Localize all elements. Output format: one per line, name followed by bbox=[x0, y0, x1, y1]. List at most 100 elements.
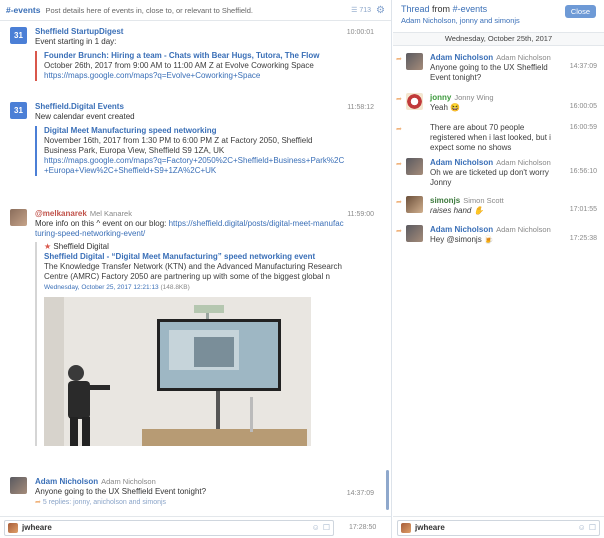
avatar[interactable] bbox=[406, 53, 423, 70]
user-avatar bbox=[8, 522, 18, 533]
message-author[interactable]: Adam Nicholson bbox=[35, 477, 98, 486]
preview-title[interactable]: Sheffield Digital - “Digital Meet Manufa… bbox=[44, 252, 345, 262]
event-details: November 16th, 2017 from 1:30 PM to 6:00… bbox=[44, 136, 313, 155]
preview-date[interactable]: Wednesday, October 25, 2017 12:21:13 bbox=[44, 284, 159, 291]
message-input-bar: jwheare ☺ ☐ 17:28:50 bbox=[0, 516, 391, 538]
event-attachment: Founder Brunch: Hiring a team - Chats wi… bbox=[35, 51, 345, 81]
message-author[interactable]: Adam Nicholson bbox=[430, 53, 493, 62]
channel-name[interactable]: #-events bbox=[6, 5, 41, 15]
thread-message: ➦ 16:56:10 Adam Nicholson Adam Nicholson … bbox=[393, 158, 604, 188]
event-map-link[interactable]: https://maps.google.com/maps?q=Factory+2… bbox=[44, 156, 345, 176]
emoji-icon[interactable]: ☺ bbox=[312, 523, 320, 532]
message-username: Mel Kanarek bbox=[89, 209, 132, 218]
attach-icon[interactable]: ☐ bbox=[323, 523, 330, 532]
channel-header: #-events Post details here of events in,… bbox=[0, 0, 391, 21]
thread-message: ➦ 16:00:59 There are about 70 people reg… bbox=[393, 123, 604, 153]
message-username: Adam Nicholson bbox=[496, 225, 551, 234]
avatar[interactable] bbox=[406, 196, 423, 213]
input-username: jwheare bbox=[22, 523, 52, 532]
gear-icon[interactable]: ⚙ bbox=[376, 5, 385, 16]
message-time: 11:58:12 bbox=[347, 104, 374, 111]
message-author[interactable]: Sheffield StartupDigest bbox=[35, 27, 345, 37]
thread-message: ➦ 16:00:05 jonny Jonny Wing Yeah 😆 bbox=[393, 93, 604, 113]
message-list[interactable]: 31 10:00:01 Sheffield StartupDigest Even… bbox=[0, 22, 391, 516]
message-author[interactable]: Adam Nicholson bbox=[430, 225, 493, 234]
input-time: 17:28:50 bbox=[349, 524, 377, 531]
message-text: Oh we are ticketed up don't worry Jonny bbox=[430, 168, 549, 187]
thread-header: Thread from #-events Adam Nicholson, jon… bbox=[393, 0, 604, 26]
link-preview: ★ Sheffield Digital Sheffield Digital - … bbox=[35, 242, 345, 446]
user-avatar bbox=[401, 522, 411, 533]
thread-replies[interactable]: ➦ 5 replies: jonny, anicholson and simon… bbox=[35, 498, 345, 508]
message-time: 17:01:55 bbox=[569, 206, 597, 213]
calendar-icon: 31 bbox=[10, 102, 27, 119]
event-title[interactable]: Founder Brunch: Hiring a team - Chats wi… bbox=[44, 51, 345, 61]
avatar[interactable] bbox=[10, 209, 27, 226]
message-text: raises hand ✋ bbox=[430, 206, 484, 215]
thread-input-bar: jwheare ☺ ☐ bbox=[393, 516, 604, 538]
message-text: Hey @simonjs 🍺 bbox=[430, 235, 494, 244]
reply-icon: ➦ bbox=[396, 161, 402, 168]
reply-icon: ➦ bbox=[396, 199, 402, 206]
scrollbar[interactable] bbox=[386, 470, 389, 510]
message-text: Anyone going to the UX Sheffield Event t… bbox=[430, 63, 548, 82]
message-input[interactable]: jwheare ☺ ☐ bbox=[4, 519, 334, 536]
date-divider: Wednesday, October 25th, 2017 bbox=[393, 32, 604, 46]
message-username: Adam Nicholson bbox=[496, 158, 551, 167]
reply-icon: ➦ bbox=[396, 126, 402, 133]
channel-pane: #-events Post details here of events in,… bbox=[0, 0, 392, 538]
thread-pane: Thread from #-events Adam Nicholson, jon… bbox=[393, 0, 604, 538]
event-map-link[interactable]: https://maps.google.com/maps?q=Evolve+Co… bbox=[44, 71, 345, 81]
thread-channel[interactable]: #-events bbox=[453, 4, 488, 14]
message-author[interactable]: @melkanarek bbox=[35, 209, 87, 218]
calendar-icon: 31 bbox=[10, 27, 27, 44]
message-time: 17:25:38 bbox=[569, 235, 597, 242]
message-item: 11:59:00 @melkanarek Mel Kanarek More inf… bbox=[0, 209, 391, 446]
close-button[interactable]: Close bbox=[564, 5, 596, 18]
attach-icon[interactable]: ☐ bbox=[589, 523, 596, 532]
message-username: Simon Scott bbox=[463, 196, 504, 205]
message-username: Adam Nicholson bbox=[496, 53, 551, 62]
replies-text: 5 replies: jonny, anicholson and simonjs bbox=[42, 499, 167, 506]
avatar[interactable] bbox=[406, 158, 423, 175]
thread-input[interactable]: jwheare ☺ ☐ bbox=[397, 519, 600, 536]
message-text: Event starting in 1 day: bbox=[35, 37, 117, 46]
message-text: There are about 70 people registered whe… bbox=[430, 123, 551, 152]
thread-participants: Adam Nicholson, jonny and simonjs bbox=[401, 16, 520, 25]
message-time: 16:00:59 bbox=[569, 124, 597, 131]
message-text: More info on this ^ event on our blog: bbox=[35, 219, 169, 228]
message-text: New calendar event created bbox=[35, 112, 135, 121]
emoji-icon[interactable]: ☺ bbox=[578, 523, 586, 532]
reply-icon: ➦ bbox=[35, 499, 41, 506]
message-author[interactable]: jonny bbox=[430, 93, 451, 102]
message-time: 16:56:10 bbox=[569, 168, 597, 175]
avatar[interactable] bbox=[406, 93, 423, 110]
preview-image[interactable] bbox=[44, 297, 311, 446]
message-time: 10:00:01 bbox=[346, 29, 374, 36]
reply-icon: ➦ bbox=[396, 56, 402, 63]
message-time: 11:59:00 bbox=[347, 211, 374, 218]
thread-title: Thread bbox=[401, 4, 430, 14]
message-author[interactable]: simonjs bbox=[430, 196, 460, 205]
member-count[interactable]: ☰ 713 bbox=[351, 6, 371, 14]
message-text: Anyone going to the UX Sheffield Event t… bbox=[35, 487, 207, 496]
preview-description: The Knowledge Transfer Network (KTN) and… bbox=[44, 262, 342, 281]
avatar[interactable] bbox=[406, 225, 423, 242]
message-item: 31 11:58:12 Sheffield.Digital Events New… bbox=[0, 102, 391, 176]
avatar[interactable] bbox=[10, 477, 27, 494]
event-title[interactable]: Digital Meet Manufacturing speed network… bbox=[44, 126, 345, 136]
message-author[interactable]: Sheffield.Digital Events bbox=[35, 102, 345, 112]
thread-message: ➦ 17:25:38 Adam Nicholson Adam Nicholson … bbox=[393, 225, 604, 245]
vr-demo-photo bbox=[44, 297, 311, 446]
message-time: 14:37:09 bbox=[569, 63, 597, 70]
message-time: 16:00:05 bbox=[569, 103, 597, 110]
message-username: Jonny Wing bbox=[454, 93, 494, 102]
member-count-value: 713 bbox=[359, 7, 372, 14]
message-text: Yeah 😆 bbox=[430, 103, 461, 112]
reply-icon: ➦ bbox=[396, 228, 402, 235]
thread-message: ➦ 14:37:09 Adam Nicholson Adam Nicholson … bbox=[393, 53, 604, 83]
thread-message: ➦ 17:01:55 simonjs Simon Scott raises han… bbox=[393, 196, 604, 216]
event-attachment: Digital Meet Manufacturing speed network… bbox=[35, 126, 345, 176]
message-username: Adam Nicholson bbox=[101, 477, 156, 486]
message-author[interactable]: Adam Nicholson bbox=[430, 158, 493, 167]
